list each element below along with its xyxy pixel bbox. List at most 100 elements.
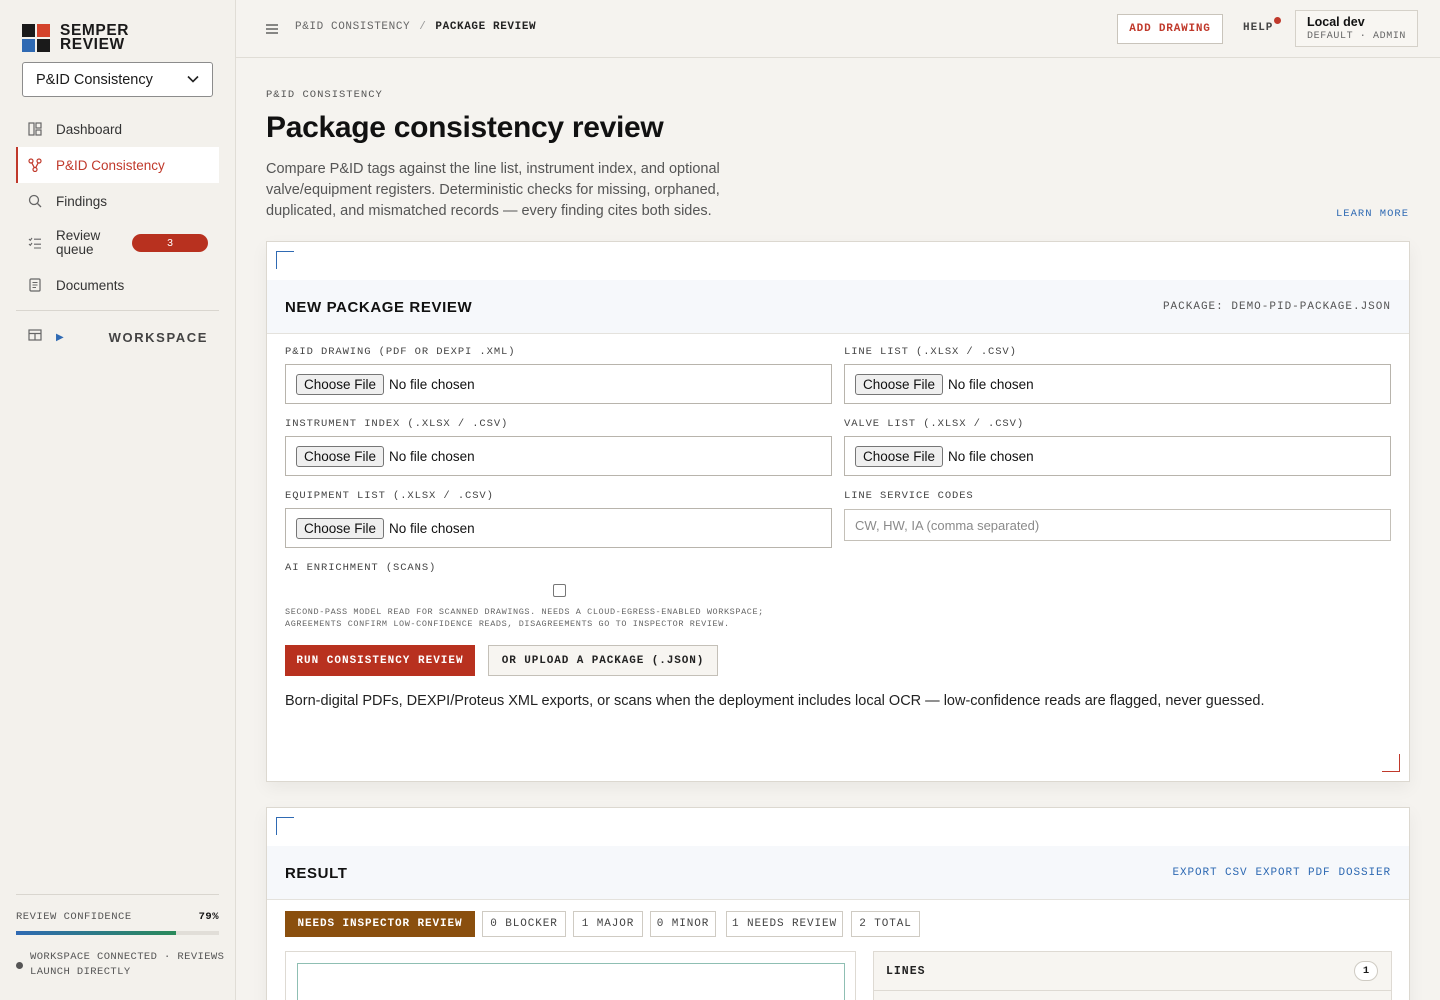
file-status: No file chosen [389,448,475,464]
card-header: NEW PACKAGE REVIEW PACKAGE: DEMO-PID-PAC… [267,280,1409,334]
card-title: NEW PACKAGE REVIEW [285,299,473,316]
sidebar-divider [16,310,219,311]
needs-review-count-pill[interactable]: 1 NEEDS REVIEW [726,911,843,937]
ai-enrichment-note: SECOND-PASS MODEL READ FOR SCANNED DRAWI… [285,607,764,629]
sidebar: SEMPER REVIEW P&ID Consistency Dashboard… [0,0,236,1000]
file-status: No file chosen [948,376,1034,392]
page-description: Compare P&ID tags against the line list,… [266,161,720,219]
workspace-section-toggle[interactable]: ▶ WORKSPACE [28,328,208,346]
caret-right-icon: ▶ [56,331,64,343]
choose-file-button[interactable]: Choose File [296,517,385,539]
choose-file-button[interactable]: Choose File [855,445,944,467]
line-list-label: LINE LIST (.XLSX / .CSV) [844,346,1017,358]
sidebar-item-review-queue[interactable]: Review queue 3 [16,219,219,267]
drawing-preview-pane [285,951,856,1000]
sidebar-nav: Dashboard P&ID Consistency Findings Revi… [16,111,219,303]
sidebar-item-label: Documents [56,277,125,293]
package-name: PACKAGE: DEMO-PID-PACKAGE.JSON [1162,301,1391,313]
valve-list-file-input[interactable]: Choose File No file chosen [844,436,1391,476]
file-status: No file chosen [389,376,475,392]
brand-name: SEMPER REVIEW [60,23,129,53]
workspace-select[interactable]: P&ID Consistency [22,62,213,97]
lines-panel-divider [874,990,1391,991]
export-csv-link[interactable]: EXPORT CSV [1172,867,1247,879]
user-name: Local dev [1307,15,1365,29]
review-confidence-bar-fill [16,931,177,935]
pid-drawing-label: P&ID DRAWING (PDF OR DEXPI .XML) [285,346,516,358]
connection-status-text: WORKSPACE CONNECTED · REVIEWS LAUNCH DIR… [30,951,225,978]
export-links: EXPORT CSV EXPORT PDF DOSSIER [1172,867,1391,879]
workspace-section-label: WORKSPACE [108,329,208,345]
breadcrumb: P&ID CONSISTENCY / PACKAGE REVIEW [295,21,536,33]
file-status: No file chosen [948,448,1034,464]
choose-file-button[interactable]: Choose File [855,373,944,395]
result-status-badge: NEEDS INSPECTOR REVIEW [285,911,475,937]
run-consistency-review-button[interactable]: RUN CONSISTENCY REVIEW [285,645,475,676]
sidebar-item-documents[interactable]: Documents [16,267,219,303]
major-count-pill[interactable]: 1 MAJOR [573,911,643,937]
new-package-review-card: NEW PACKAGE REVIEW PACKAGE: DEMO-PID-PAC… [266,241,1410,782]
minor-count-pill[interactable]: 0 MINOR [650,911,716,937]
hamburger-menu-icon[interactable] [266,22,278,34]
user-menu[interactable]: Local dev DEFAULT · ADMIN [1295,10,1418,47]
user-role: DEFAULT · ADMIN [1307,31,1407,42]
instrument-index-label: INSTRUMENT INDEX (.XLSX / .CSV) [285,418,509,430]
search-icon [28,194,42,208]
page-title: Package consistency review [266,111,664,144]
review-confidence: REVIEW CONFIDENCE 79% [16,911,219,923]
learn-more-link[interactable]: LEARN MORE [1336,208,1409,220]
help-link[interactable]: HELP [1243,22,1273,34]
choose-file-button[interactable]: Choose File [296,373,385,395]
corner-bracket-icon [276,251,294,269]
topbar: P&ID CONSISTENCY / PACKAGE REVIEW ADD DR… [236,0,1440,58]
pid-drawing-file-input[interactable]: Choose File No file chosen [285,364,832,404]
add-drawing-button[interactable]: ADD DRAWING [1117,14,1223,44]
status-dot-icon [16,962,23,969]
sidebar-item-pid-consistency[interactable]: P&ID Consistency [16,147,219,183]
page-eyebrow: P&ID CONSISTENCY [266,89,383,101]
card-header: RESULT EXPORT CSV EXPORT PDF DOSSIER [267,846,1409,900]
document-icon [28,278,42,292]
corner-bracket-icon [1382,754,1400,772]
total-count-pill[interactable]: 2 TOTAL [851,911,920,937]
result-card: RESULT EXPORT CSV EXPORT PDF DOSSIER NEE… [266,807,1410,1000]
lines-panel: LINES 1 [873,951,1392,1000]
line-service-codes-label: LINE SERVICE CODES [844,490,974,502]
workspace-select-value: P&ID Consistency [36,71,153,88]
review-confidence-bar [16,931,219,935]
sidebar-item-findings[interactable]: Findings [16,183,219,219]
review-queue-count-badge: 3 [132,234,208,252]
blocker-count-pill[interactable]: 0 BLOCKER [482,911,566,937]
connection-status: WORKSPACE CONNECTED · REVIEWS LAUNCH DIR… [16,950,226,980]
export-pdf-link[interactable]: EXPORT PDF [1255,867,1330,879]
lines-panel-title: LINES [886,965,926,978]
sidebar-item-label: P&ID Consistency [56,157,165,173]
file-status: No file chosen [389,520,475,536]
brand-name-line2: REVIEW [60,36,125,53]
dossier-link[interactable]: DOSSIER [1338,867,1391,879]
ai-enrichment-checkbox[interactable] [553,584,566,597]
equipment-list-file-input[interactable]: Choose File No file chosen [285,508,832,548]
brand-logo[interactable]: SEMPER REVIEW [22,23,129,53]
equipment-list-label: EQUIPMENT LIST (.XLSX / .CSV) [285,490,494,502]
corner-bracket-icon [276,817,294,835]
breadcrumb-current: PACKAGE REVIEW [435,21,537,33]
valve-list-label: VALVE LIST (.XLSX / .CSV) [844,418,1025,430]
drawing-preview-canvas[interactable] [297,963,845,1000]
lines-count-badge: 1 [1354,961,1378,981]
breadcrumb-parent[interactable]: P&ID CONSISTENCY [295,21,410,33]
review-confidence-label: REVIEW CONFIDENCE [16,911,132,923]
sidebar-item-label: Dashboard [56,121,123,137]
choose-file-button[interactable]: Choose File [296,445,385,467]
upload-package-button[interactable]: OR UPLOAD A PACKAGE (.JSON) [488,645,718,676]
sidebar-item-dashboard[interactable]: Dashboard [16,111,219,147]
review-confidence-value: 79% [198,911,219,923]
instrument-index-file-input[interactable]: Choose File No file chosen [285,436,832,476]
line-list-file-input[interactable]: Choose File No file chosen [844,364,1391,404]
ai-enrichment-label: AI ENRICHMENT (SCANS) [285,562,437,574]
sidebar-item-label: Findings [56,193,108,209]
logo-mark-icon [22,24,50,52]
branch-icon [28,158,42,172]
sidebar-item-label: Review queue [56,228,101,257]
line-service-codes-input[interactable]: CW, HW, IA (comma separated) [844,509,1391,541]
